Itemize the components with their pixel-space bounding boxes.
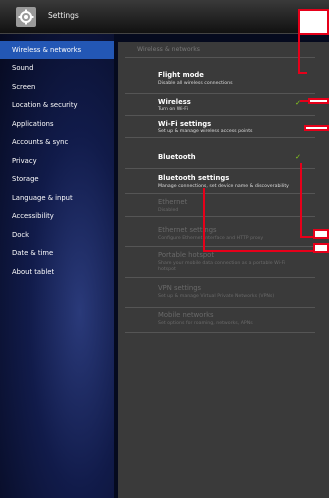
setting-subtitle: Turn on Wi-Fi	[158, 107, 188, 112]
setting-title: Wi-Fi settings	[158, 120, 212, 128]
setting-subtitle: Manage connections, set device name & di…	[158, 184, 289, 189]
setting-subtitle: Set up & manage Virtual Private Networks…	[158, 294, 275, 299]
callout-line	[203, 188, 205, 252]
sidebar-item-screen[interactable]: Screen	[0, 78, 114, 96]
callout-line	[298, 34, 300, 74]
section-header: Wireless & networks	[137, 46, 200, 53]
setting-title: VPN settings	[158, 284, 202, 292]
setting-bluetooth[interactable]: Bluetooth ✓	[125, 138, 315, 169]
setting-vpn-settings: VPN settings Set up & manage Virtual Pri…	[125, 278, 315, 308]
title-bar: Settings	[0, 0, 329, 34]
gear-icon[interactable]	[16, 7, 36, 27]
setting-subtitle: Disabled	[158, 208, 179, 213]
sidebar-item-privacy[interactable]: Privacy	[0, 152, 114, 170]
setting-title: Ethernet	[158, 198, 188, 206]
setting-title: Mobile networks	[158, 311, 214, 319]
sidebar-item-storage[interactable]: Storage	[0, 170, 114, 188]
setting-subtitle-continued: hotspot	[158, 267, 176, 272]
callout-box	[304, 125, 329, 131]
setting-wifi-settings[interactable]: Wi-Fi settings Set up & manage wireless …	[125, 116, 315, 138]
callout-line	[298, 72, 307, 74]
sidebar-item-date-time[interactable]: Date & time	[0, 244, 114, 262]
checkbox-checked-icon[interactable]: ✓	[295, 153, 301, 161]
setting-title: Flight mode	[158, 71, 204, 79]
setting-flight-mode[interactable]: Flight mode Disable all wireless connect…	[125, 58, 315, 94]
sidebar-item-location-security[interactable]: Location & security	[0, 96, 114, 114]
sidebar-item-dock[interactable]: Dock	[0, 226, 114, 244]
sidebar-item-language-input[interactable]: Language & input	[0, 189, 114, 207]
callout-box	[313, 243, 329, 253]
sidebar-item-applications[interactable]: Applications	[0, 115, 114, 133]
sidebar-item-accessibility[interactable]: Accessibility	[0, 207, 114, 225]
sidebar-item-accounts-sync[interactable]: Accounts & sync	[0, 133, 114, 151]
callout-box	[298, 9, 329, 35]
callout-line	[300, 163, 302, 238]
setting-title: Bluetooth settings	[158, 174, 230, 182]
setting-subtitle: Share your mobile data connection as a p…	[158, 261, 286, 266]
setting-title: Wireless	[158, 98, 191, 106]
setting-subtitle: Set options for roaming, networks, APNs	[158, 321, 253, 326]
setting-subtitle: Disable all wireless connections	[158, 81, 233, 86]
app-title: Settings	[48, 11, 79, 20]
callout-line	[300, 100, 308, 102]
gear-icon-glyph	[18, 9, 34, 25]
sidebar-item-sound[interactable]: Sound	[0, 59, 114, 77]
setting-ethernet: Ethernet Disabled	[125, 194, 315, 217]
setting-wireless[interactable]: Wireless Turn on Wi-Fi ✓	[125, 94, 315, 116]
sidebar-item-about-tablet[interactable]: About tablet	[0, 263, 114, 281]
setting-mobile-networks: Mobile networks Set options for roaming,…	[125, 308, 315, 333]
callout-line	[300, 236, 314, 238]
callout-box	[313, 229, 329, 239]
setting-subtitle: Set up & manage wireless access points	[158, 129, 253, 134]
setting-subtitle: Configure Ethernet interface and HTTP pr…	[158, 236, 264, 241]
callout-line	[203, 250, 314, 252]
setting-title: Bluetooth	[158, 153, 196, 161]
setting-title: Portable hotspot	[158, 251, 214, 259]
sidebar-item-wireless-networks[interactable]: Wireless & networks	[0, 41, 114, 59]
setting-title: Ethernet settings	[158, 226, 217, 234]
callout-box	[308, 98, 329, 104]
setting-ethernet-settings: Ethernet settings Configure Ethernet int…	[125, 217, 315, 247]
setting-bluetooth-settings[interactable]: Bluetooth settings Manage connections, s…	[125, 169, 315, 194]
